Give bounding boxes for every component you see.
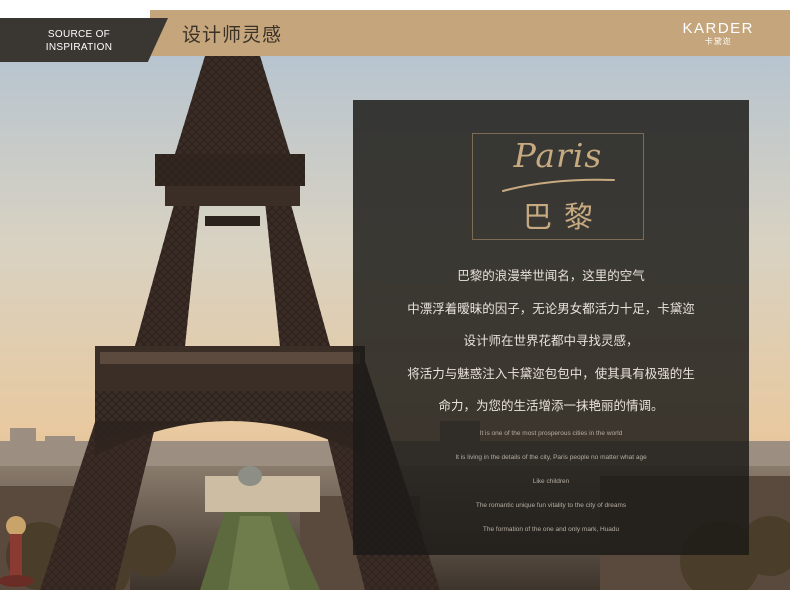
page: SOURCE OF INSPIRATION 设计师灵感 KARDER 卡黛迩 P… [0, 0, 790, 604]
feature-text-panel: Paris 巴黎 巴黎的浪漫举世闻名，这里的空气 中漂浮着暧昧的因子，无论男女都… [353, 100, 749, 555]
page-title: 设计师灵感 [182, 24, 283, 46]
english-description: It is one of the most prosperous cities … [353, 422, 749, 542]
english-line: The formation of the one and only mark, … [482, 526, 620, 533]
chinese-line: 设计师在世界花都中寻找灵感， [463, 333, 639, 348]
brand-name-zh: 卡黛迩 [704, 37, 732, 46]
paris-logo: Paris 巴黎 [472, 133, 644, 240]
swash-ornament [502, 178, 615, 192]
chinese-line: 中漂浮着暧昧的因子，无论男女都活力十足，卡黛迩 [407, 300, 695, 316]
chinese-line: 命力，为您的生活增添一抹艳丽的情调。 [438, 398, 664, 413]
section-label-line1: SOURCE OF [47, 29, 111, 40]
english-line: Like children [532, 478, 570, 485]
brand-logo: KARDER 卡黛迩 [682, 20, 754, 47]
english-line: It is one of the most prosperous cities … [479, 430, 623, 437]
brand-name-en: KARDER [682, 20, 754, 37]
section-label-line2: INSPIRATION [45, 42, 113, 53]
section-label: SOURCE OF INSPIRATION [14, 28, 144, 54]
chinese-line: 巴黎的浪漫举世闻名，这里的空气 [457, 268, 645, 283]
logo-chinese: 巴黎 [522, 200, 605, 234]
chinese-line: 将活力与魅惑注入卡黛迩包包中，使其具有极强的生 [407, 365, 695, 381]
english-line: It is living in the details of the city,… [455, 454, 647, 461]
chinese-description: 巴黎的浪漫举世闻名，这里的空气 中漂浮着暧昧的因子，无论男女都活力十足，卡黛迩 … [353, 260, 749, 423]
logo-script: Paris [513, 136, 603, 175]
header-banner: SOURCE OF INSPIRATION 设计师灵感 KARDER 卡黛迩 [0, 10, 790, 62]
english-line: The romantic unique fun vitality to the … [475, 502, 627, 509]
